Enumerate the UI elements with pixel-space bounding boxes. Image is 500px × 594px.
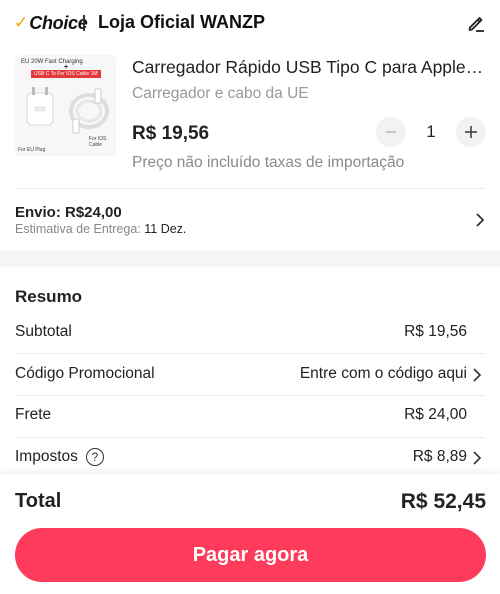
taxes-value: R$ 8,89	[412, 448, 467, 465]
summary-row-taxes[interactable]: Impostos ? R$ 8,89	[15, 438, 485, 478]
pay-now-button[interactable]: Pagar agora	[15, 528, 486, 582]
section-gap	[0, 251, 500, 267]
taxes-label: Impostos	[15, 448, 78, 465]
chevron-right-icon[interactable]	[472, 368, 482, 382]
summary-row-subtotal: Subtotal R$ 19,56	[15, 313, 485, 353]
shipping-fee-label: Frete	[15, 406, 52, 423]
delivery-estimate: Estimativa de Entrega: 11 Dez.	[15, 222, 186, 236]
chevron-right-icon[interactable]	[472, 451, 482, 465]
divider	[15, 353, 485, 354]
product-image[interactable]: EU 20W Fast Charging + USB C To For IOS …	[15, 55, 116, 156]
checkout-bar: Total R$ 52,45 Pagar agora	[0, 474, 500, 594]
product-image-caption-left: For EU Plug	[18, 147, 46, 153]
shipping-fee-value: R$ 24,00	[404, 406, 467, 423]
delivery-estimate-label: Estimativa de Entrega:	[15, 222, 141, 236]
product-title[interactable]: Carregador Rápido USB Tipo C para Apple …	[132, 57, 484, 78]
promo-code-value[interactable]: Entre com o código aqui	[300, 365, 467, 383]
subtotal-label: Subtotal	[15, 323, 72, 340]
product-variant[interactable]: Carregador e cabo da UE	[132, 85, 309, 103]
tax-note: Preço não incluído taxas de importação	[132, 154, 405, 171]
checkmark-icon: ✓	[14, 13, 29, 32]
choice-badge: ✓ Choice	[14, 12, 88, 34]
subtotal-value: R$ 19,56	[404, 323, 467, 340]
product-image-text: EU 20W Fast Charging	[21, 59, 83, 65]
store-header: ✓ Choice Loja Oficial WANZP	[0, 0, 500, 46]
product-image-caption-right: For IOS Cable	[89, 136, 107, 148]
quantity-increase-button[interactable]	[456, 117, 486, 147]
usb-cable-icon	[69, 88, 109, 134]
total-label: Total	[15, 490, 62, 512]
shipping-cost: Envio: R$24,00	[15, 204, 122, 221]
minus-icon	[386, 131, 396, 133]
shipping-row[interactable]: Envio: R$24,00 Estimativa de Entrega: 11…	[0, 190, 500, 250]
delivery-estimate-date: 11 Dez.	[144, 222, 187, 236]
chevron-right-icon[interactable]	[474, 212, 486, 228]
summary-title: Resumo	[15, 287, 83, 306]
charger-plug-icon	[26, 87, 54, 126]
taxes-label-group: Impostos ?	[15, 448, 104, 466]
store-name[interactable]: Loja Oficial WANZP	[98, 12, 265, 33]
summary-row-promo-code[interactable]: Código Promocional Entre com o código aq…	[15, 355, 485, 395]
edit-icon[interactable]	[466, 13, 486, 33]
product-price: R$ 19,56	[132, 123, 210, 144]
promo-code-label: Código Promocional	[15, 365, 155, 382]
divider	[15, 188, 485, 189]
summary-row-shipping: Frete R$ 24,00	[15, 396, 485, 436]
help-icon[interactable]: ?	[85, 448, 104, 466]
product-image-red-text: USB C To For IOS Cable 1M	[31, 70, 101, 78]
choice-label: Choice	[29, 12, 88, 33]
quantity-value[interactable]: 1	[418, 122, 444, 142]
product-item: EU 20W Fast Charging + USB C To For IOS …	[0, 50, 500, 190]
total-value: R$ 52,45	[400, 490, 486, 513]
header-divider	[83, 15, 85, 31]
plus-icon	[465, 126, 477, 138]
quantity-decrease-button[interactable]	[376, 117, 406, 147]
